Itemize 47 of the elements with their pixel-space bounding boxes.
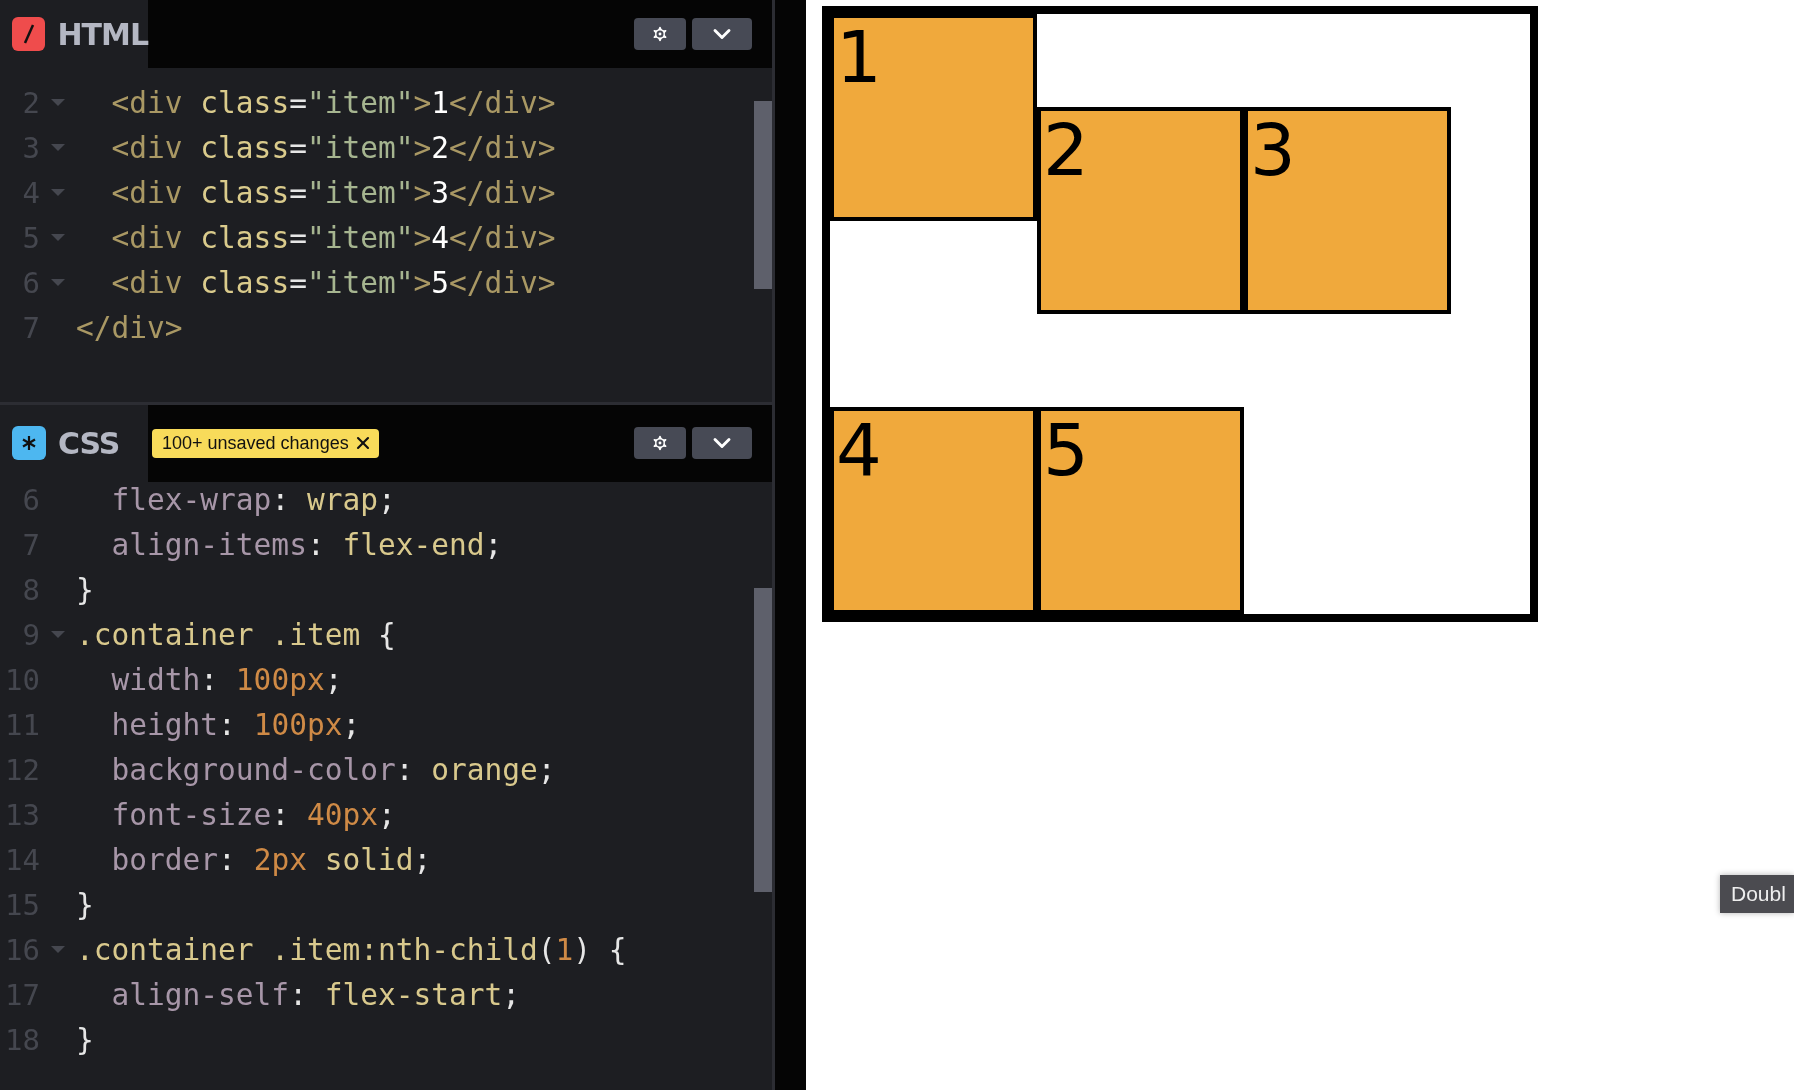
flex-item: 3 (1244, 107, 1451, 314)
unsaved-changes-badge[interactable]: 100+ unsaved changes (152, 428, 379, 458)
code-line: } (76, 888, 94, 923)
fold-arrow-icon[interactable] (51, 188, 65, 197)
scrollbar-thumb[interactable] (754, 101, 772, 289)
flex-item: 1 (830, 14, 1037, 221)
code-line: <div class="item">3</div> (110, 175, 556, 210)
fold-arrow-icon[interactable] (51, 631, 65, 640)
code-line: background-color: orange; (110, 753, 556, 788)
code-line: <div class="item">4</div> (110, 220, 556, 255)
code-line: } (76, 573, 94, 608)
editor-tab[interactable]: HTML (0, 0, 148, 68)
editor-title: HTML (57, 16, 148, 52)
tooltip: Doubl (1720, 875, 1794, 913)
flex-item: 5 (1037, 407, 1244, 614)
settings-button[interactable] (634, 18, 686, 50)
fold-arrow-icon[interactable] (51, 143, 65, 152)
editor-tab[interactable]: CSS (0, 404, 148, 482)
code-line: height: 100px; (110, 708, 361, 743)
code-line: width: 100px; (110, 663, 343, 698)
fold-arrow-icon[interactable] (51, 233, 65, 242)
settings-button[interactable] (634, 427, 686, 460)
code-line: border: 2px solid; (110, 843, 432, 878)
code-line: <div class="item">2</div> (110, 130, 556, 165)
code-line: } (76, 1023, 94, 1058)
code-line: <div class="item">1</div> (110, 85, 556, 120)
code-line: align-self: flex-start; (110, 978, 521, 1013)
code-line: .container .item { (76, 618, 396, 653)
code-line: <div class="item">5</div> (110, 265, 556, 300)
fold-arrow-icon[interactable] (51, 946, 65, 955)
gear-icon[interactable] (650, 24, 670, 44)
slash-icon (12, 17, 46, 51)
scrollbar-thumb[interactable] (754, 587, 772, 892)
code-line: .container .item:nth-child(1) { (76, 933, 627, 968)
code-line: align-items: flex-end; (110, 528, 503, 563)
code-line: font-size: 40px; (110, 798, 396, 833)
editor-title: CSS (58, 425, 120, 461)
code-line: flex-wrap: wrap; (110, 483, 396, 518)
collapse-button[interactable] (692, 18, 752, 50)
gear-icon[interactable] (650, 433, 670, 454)
code-line: </div> (76, 310, 183, 345)
collapse-button[interactable] (692, 427, 752, 460)
asterisk-icon (12, 426, 46, 461)
fold-arrow-icon[interactable] (51, 98, 65, 107)
flex-item: 2 (1037, 107, 1244, 314)
fold-arrow-icon[interactable] (51, 278, 65, 287)
flex-item: 4 (830, 407, 1037, 614)
